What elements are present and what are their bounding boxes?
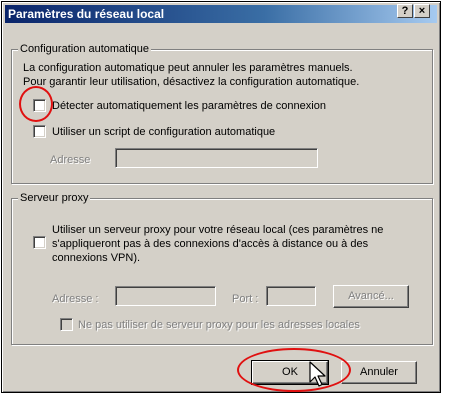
title-bar: Paramètres du réseau local [5,5,437,23]
auto-config-description-line2: Pour garantir leur utilisation, désactiv… [23,76,360,88]
proxy-server-legend: Serveur proxy [18,191,91,205]
use-proxy-label-line2[interactable]: s'appliqueront pas à des connexions d'ac… [52,237,368,251]
auto-config-legend: Configuration automatique [18,42,152,56]
auto-script-address-input[interactable] [115,148,318,168]
auto-script-label[interactable]: Utiliser un script de configuration auto… [52,125,275,139]
use-proxy-checkbox[interactable] [33,236,46,249]
proxy-port-input[interactable] [266,286,316,306]
proxy-address-input[interactable] [115,286,216,306]
lan-settings-dialog: Paramètres du réseau local ? × Configura… [1,1,441,393]
advanced-button[interactable]: Avancé... [333,285,409,308]
detect-settings-checkbox[interactable] [33,99,46,112]
detect-settings-label[interactable]: Détecter automatiquement les paramètres … [52,99,326,113]
auto-config-description-line1: La configuration automatique peut annule… [23,62,353,74]
use-proxy-label-line3[interactable]: connexions VPN). [52,251,140,265]
bypass-local-label[interactable]: Ne pas utiliser de serveur proxy pour le… [78,318,360,332]
proxy-address-label: Adresse : [52,293,99,305]
close-button[interactable]: × [414,4,430,18]
window-title: Paramètres du réseau local [8,7,165,21]
auto-script-address-label: Adresse [50,154,91,166]
cancel-button[interactable]: Annuler [341,361,417,384]
bypass-local-checkbox[interactable] [60,318,73,331]
use-proxy-label-line1[interactable]: Utiliser un serveur proxy pour votre rés… [52,223,383,237]
auto-script-checkbox[interactable] [33,125,46,138]
help-button[interactable]: ? [397,4,413,18]
mouse-cursor-icon [309,361,326,387]
proxy-port-label: Port : [232,293,259,305]
